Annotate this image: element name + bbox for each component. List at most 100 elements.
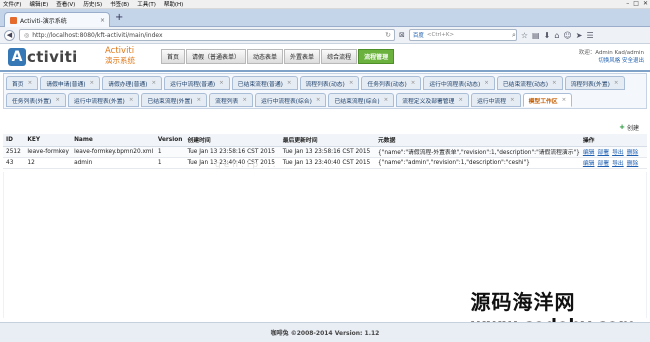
menu-tools[interactable]: 工具(T) <box>137 0 156 8</box>
col-id[interactable]: ID <box>3 134 25 147</box>
minimize-icon[interactable]: – <box>626 0 629 7</box>
page-tab[interactable]: 运行中流程表(动态) × <box>423 76 495 90</box>
deploy-link[interactable]: 部署 <box>597 150 609 156</box>
feedback-icon[interactable]: ☺ <box>563 31 571 40</box>
page-tab[interactable]: 运行中流程(普通) × <box>164 76 230 90</box>
close-tab-icon[interactable]: × <box>614 80 619 86</box>
nav-external-form[interactable]: 外置表单 <box>284 49 321 64</box>
cell-id: 2512 <box>3 146 25 158</box>
close-tab-icon[interactable]: × <box>484 80 489 86</box>
close-tab-icon[interactable]: × <box>100 17 105 24</box>
close-tab-icon[interactable]: × <box>55 97 60 103</box>
col-create-time[interactable]: 创建时间 <box>184 134 280 147</box>
nav-process-management[interactable]: 流程管理 <box>358 49 395 64</box>
page-tab[interactable]: 流程定义及部署管理 × <box>396 93 469 107</box>
close-window-icon[interactable]: ✕ <box>643 0 648 7</box>
bookmarks-icon[interactable]: ▤ <box>532 31 540 40</box>
page-tab[interactable]: 流程列表(动态) × <box>299 76 360 90</box>
menu-file[interactable]: 文件(F) <box>3 0 21 8</box>
star-icon[interactable]: ☆ <box>521 31 528 40</box>
nav-leave-normal[interactable]: 请假（普通表单） <box>186 49 247 64</box>
page-tab[interactable]: 流程列表 × <box>209 93 253 107</box>
app-title: Activiti 演示系统 <box>105 47 135 66</box>
menu-history[interactable]: 历史(S) <box>83 0 102 8</box>
menu-icon[interactable]: ☰ <box>586 31 593 40</box>
back-icon[interactable]: ◀ <box>4 29 15 41</box>
grid-toolbar: + 创建 <box>3 122 647 132</box>
nav-integrated-process[interactable]: 综合流程 <box>321 49 358 64</box>
close-tab-icon[interactable]: × <box>384 97 389 103</box>
browser-tab[interactable]: Activiti-演示系统 × <box>4 12 110 27</box>
nav-home[interactable]: 首页 <box>161 49 186 64</box>
page-tab[interactable]: 已结束流程(普通) × <box>231 76 298 90</box>
edit-link[interactable]: 编辑 <box>583 161 595 167</box>
search-input[interactable]: 百度 <Ctrl+K> ⌕ <box>408 29 517 41</box>
close-tab-icon[interactable]: × <box>197 97 202 103</box>
page-tab[interactable]: 已结束流程(综合) × <box>328 93 395 107</box>
col-metadata[interactable]: 元数据 <box>374 134 580 147</box>
address-bar[interactable]: ◎ http://localhost:8080/kft-activiti/mai… <box>19 29 395 41</box>
menu-help[interactable]: 帮助(H) <box>164 0 183 8</box>
table-row[interactable]: 2512 leave-formkey leave-formkey.bpmn20.… <box>3 146 647 158</box>
close-tab-icon[interactable]: × <box>287 80 292 86</box>
close-tab-icon[interactable]: × <box>219 80 224 86</box>
export-link[interactable]: 导出 <box>612 161 624 167</box>
menu-bookmarks[interactable]: 书签(B) <box>110 0 129 8</box>
maximize-icon[interactable]: □ <box>633 0 639 7</box>
close-tab-icon[interactable]: × <box>411 80 416 86</box>
crossed-icon[interactable]: ⊠ <box>399 31 405 39</box>
close-tab-icon[interactable]: × <box>151 80 156 86</box>
home-icon[interactable]: ⌂ <box>554 31 559 40</box>
edit-link[interactable]: 编辑 <box>583 150 595 156</box>
user-links[interactable]: 切换风格 安全退出 <box>579 57 644 65</box>
close-tab-icon[interactable]: × <box>562 97 567 103</box>
col-last-update-time[interactable]: 最后更新时间 <box>279 134 375 147</box>
close-tab-icon[interactable]: × <box>28 80 33 86</box>
cell-version: 1 <box>154 157 185 169</box>
delete-link[interactable]: 删除 <box>627 161 639 167</box>
export-link[interactable]: 导出 <box>612 150 624 156</box>
page-tab[interactable]: 任务列表(动态) × <box>361 76 422 90</box>
close-tab-icon[interactable]: × <box>552 80 557 86</box>
close-tab-icon[interactable]: × <box>242 97 247 103</box>
page-tab[interactable]: 运行中流程表(外置) × <box>67 93 140 107</box>
browser-menubar: 文件(F) 编辑(E) 查看(V) 历史(S) 书签(B) 工具(T) 帮助(H… <box>0 0 650 9</box>
col-name[interactable]: Name <box>71 134 155 147</box>
page-tab[interactable]: 运行中流程表(综合) × <box>254 93 327 107</box>
send-icon[interactable]: ➤ <box>576 31 583 40</box>
reload-icon[interactable]: ↻ <box>385 31 391 39</box>
page-tab[interactable]: 已结束流程(动态) × <box>496 76 563 90</box>
cell-metadata: {"name":"请假流程-外置表单","revision":1,"descri… <box>374 146 580 158</box>
new-tab-icon[interactable]: + <box>115 12 123 24</box>
nav-dynamic-form[interactable]: 动态表单 <box>247 49 284 64</box>
create-button[interactable]: + 创建 <box>619 122 639 132</box>
close-tab-icon[interactable]: × <box>129 97 134 103</box>
close-tab-icon[interactable]: × <box>316 97 321 103</box>
download-icon[interactable]: ⬇ <box>544 31 551 40</box>
app-header: A ctiviti Activiti 演示系统 首页 请假（普通表单） 动态表单… <box>0 44 650 72</box>
close-tab-icon[interactable]: × <box>458 97 463 103</box>
delete-link[interactable]: 删除 <box>627 150 639 156</box>
menu-view[interactable]: 查看(V) <box>56 0 75 8</box>
close-tab-icon[interactable]: × <box>90 80 95 86</box>
table-row[interactable]: 43 12 admin 1 Tue Jan 13 23:40:40 CST 20… <box>3 157 647 169</box>
page-tab[interactable]: 请假办理(普通) × <box>102 76 163 90</box>
close-tab-icon[interactable]: × <box>349 80 354 86</box>
page-tab[interactable]: 运行中流程 × <box>471 93 521 107</box>
page-tab[interactable]: 模型工作区 × <box>522 93 573 107</box>
col-key[interactable]: KEY <box>24 134 72 147</box>
page-tab[interactable]: 首页 × <box>6 76 39 90</box>
page-tab-label: 任务列表(外置) <box>12 98 52 105</box>
search-icon[interactable]: ⌕ <box>512 31 516 40</box>
favicon-icon <box>10 16 17 24</box>
activiti-logo: A ctiviti <box>8 46 98 68</box>
welcome-text: 欢迎：Admin Kad/admin <box>578 50 644 56</box>
page-tab[interactable]: 任务列表(外置) × <box>6 93 66 107</box>
page-tab[interactable]: 流程列表(外置) × <box>564 76 625 90</box>
col-version[interactable]: Version <box>154 134 185 147</box>
close-tab-icon[interactable]: × <box>510 97 515 103</box>
page-tab[interactable]: 请假申请(普通) × <box>40 76 101 90</box>
deploy-link[interactable]: 部署 <box>597 161 609 167</box>
page-tab[interactable]: 已结束流程(外置) × <box>141 93 208 107</box>
menu-edit[interactable]: 编辑(E) <box>29 0 48 8</box>
